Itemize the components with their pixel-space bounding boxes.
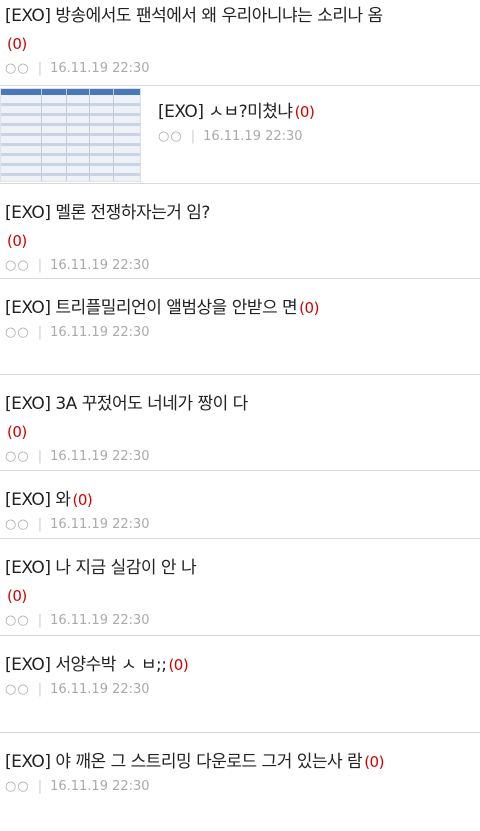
thumbnail-col: [41, 89, 42, 181]
post-date: 16.11.19 22:30: [50, 61, 150, 76]
post-title-text: [EXO] 와: [5, 490, 71, 510]
post-date: 16.11.19 22:30: [50, 613, 150, 628]
comment-count: (0): [7, 587, 27, 605]
post-title[interactable]: [EXO] 와 (0): [5, 486, 472, 514]
comment-count: (0): [364, 753, 384, 771]
post-meta: ○○ | 16.11.19 22:30: [158, 127, 472, 147]
meta-divider: |: [37, 449, 43, 464]
thumbnail-col: [66, 89, 67, 181]
post-title-text: [EXO] 3A 꾸젔어도 너네가 짱이 다: [5, 394, 248, 414]
post-item[interactable]: [EXO] 방송에서도 팬석에서 왜 우리아니냐는 소리나 옴 (0) ○○ | 16…: [0, 0, 480, 86]
post-date: 16.11.19 22:30: [50, 258, 150, 273]
author-nick: ○○: [5, 325, 30, 340]
post-title-text: [EXO] 멜론 전쟁하자는거 임?: [5, 203, 210, 223]
comment-count: (0): [7, 35, 27, 53]
post-meta: ○○ | 16.11.19 22:30: [5, 256, 472, 276]
post-item[interactable]: [EXO] 멜론 전쟁하자는거 임? (0) ○○ | 16.11.19 22:30: [0, 184, 480, 279]
post-meta: ○○ | 16.11.19 22:30: [5, 515, 472, 535]
comment-count: (0): [294, 103, 315, 121]
post-item[interactable]: [EXO] 3A 꾸젔어도 너네가 짱이 다 (0) ○○ | 16.11.19 22…: [0, 375, 480, 471]
meta-divider: |: [37, 517, 43, 532]
comment-count: (0): [299, 299, 319, 317]
thumbnail-row: [1, 153, 140, 156]
post-item[interactable]: [EXO] 서양수박 ㅅ ㅂ;; (0) ○○ | 16.11.19 22:30: [0, 636, 480, 733]
post-title-text: [EXO] 서양수박 ㅅ ㅂ;;: [5, 655, 167, 675]
post-item[interactable]: [EXO] 트리플밀리언이 앨범상을 안받으 면 (0) ○○ | 16.11.19 …: [0, 279, 480, 375]
post-item[interactable]: [EXO] 와 (0) ○○ | 16.11.19 22:30: [0, 471, 480, 539]
author-nick: ○○: [5, 517, 30, 532]
post-title[interactable]: [EXO] 나 지금 실감이 안 나 (0): [5, 554, 210, 610]
author-nick: ○○: [158, 129, 183, 144]
post-date: 16.11.19 22:30: [50, 682, 150, 697]
post-title[interactable]: [EXO] 야 깨온 그 스트리밍 다운로드 그거 있는사 람 (0): [5, 748, 405, 776]
author-nick: ○○: [5, 449, 30, 464]
thumbnail-col: [89, 89, 90, 181]
post-meta: ○○ | 16.11.19 22:30: [5, 323, 472, 343]
post-meta: ○○ | 16.11.19 22:30: [5, 777, 472, 797]
post-list: [EXO] 방송에서도 팬석에서 왜 우리아니냐는 소리나 옴 (0) ○○ | 16…: [0, 0, 480, 831]
comment-count: (0): [7, 423, 27, 441]
meta-divider: |: [37, 682, 43, 697]
post-item[interactable]: [EXO] 나 지금 실감이 안 나 (0) ○○ | 16.11.19 22:30: [0, 539, 480, 636]
author-nick: ○○: [5, 61, 30, 76]
author-nick: ○○: [5, 613, 30, 628]
post-date: 16.11.19 22:30: [50, 779, 150, 794]
thumbnail-col: [113, 89, 114, 181]
post-meta: ○○ | 16.11.19 22:30: [5, 59, 472, 79]
post-date: 16.11.19 22:30: [50, 325, 150, 340]
post-date: 16.11.19 22:30: [203, 129, 303, 144]
author-nick: ○○: [5, 258, 30, 273]
post-title[interactable]: [EXO] 방송에서도 팬석에서 왜 우리아니냐는 소리나 옴 (0): [5, 2, 397, 58]
thumbnail-row: [1, 103, 140, 106]
post-item[interactable]: [EXO] ㅅㅂ?미쳤냐 (0) ○○ | 16.11.19 22:30: [0, 86, 480, 184]
meta-divider: |: [37, 779, 43, 794]
post-title-text: [EXO] 나 지금 실감이 안 나: [5, 558, 197, 578]
post-title-text: [EXO] ㅅㅂ?미쳤냐: [158, 102, 293, 122]
post-item[interactable]: [EXO] 야 깨온 그 스트리밍 다운로드 그거 있는사 람 (0) ○○ | 16…: [0, 733, 480, 831]
thumbnail-row: [1, 133, 140, 136]
thumbnail-row: [1, 123, 140, 126]
post-title-text: [EXO] 야 깨온 그 스트리밍 다운로드 그거 있는사 람: [5, 752, 363, 772]
post-title[interactable]: [EXO] 트리플밀리언이 앨범상을 안받으 면 (0): [5, 294, 350, 322]
comment-count: (0): [72, 491, 93, 509]
thumbnail-row: [1, 173, 140, 176]
post-date: 16.11.19 22:30: [50, 449, 150, 464]
post-meta: ○○ | 16.11.19 22:30: [5, 680, 472, 700]
comment-count: (0): [7, 232, 27, 250]
author-nick: ○○: [5, 779, 30, 794]
thumbnail-row: [1, 163, 140, 166]
meta-divider: |: [37, 325, 43, 340]
author-nick: ○○: [5, 682, 30, 697]
post-title-text: [EXO] 트리플밀리언이 앨범상을 안받으 면: [5, 298, 298, 318]
meta-divider: |: [37, 613, 43, 628]
meta-divider: |: [37, 258, 43, 273]
thumbnail-header-band: [1, 89, 140, 95]
thumbnail-row: [1, 143, 140, 146]
post-title[interactable]: [EXO] 서양수박 ㅅ ㅂ;; (0): [5, 651, 205, 679]
post-title[interactable]: [EXO] 3A 꾸젔어도 너네가 짱이 다 (0): [5, 390, 265, 446]
thumbnail-row: [1, 113, 140, 116]
comment-count: (0): [168, 656, 189, 674]
post-meta: ○○ | 16.11.19 22:30: [5, 611, 472, 631]
post-meta: ○○ | 16.11.19 22:30: [5, 447, 472, 467]
post-title-text: [EXO] 방송에서도 팬석에서 왜 우리아니냐는 소리나 옴: [5, 6, 383, 26]
post-title[interactable]: [EXO] ㅅㅂ?미쳤냐 (0): [158, 98, 472, 126]
post-thumbnail[interactable]: [0, 88, 141, 182]
meta-divider: |: [37, 61, 43, 76]
meta-divider: |: [190, 129, 196, 144]
post-date: 16.11.19 22:30: [50, 517, 150, 532]
post-title[interactable]: [EXO] 멜론 전쟁하자는거 임? (0): [5, 199, 215, 255]
